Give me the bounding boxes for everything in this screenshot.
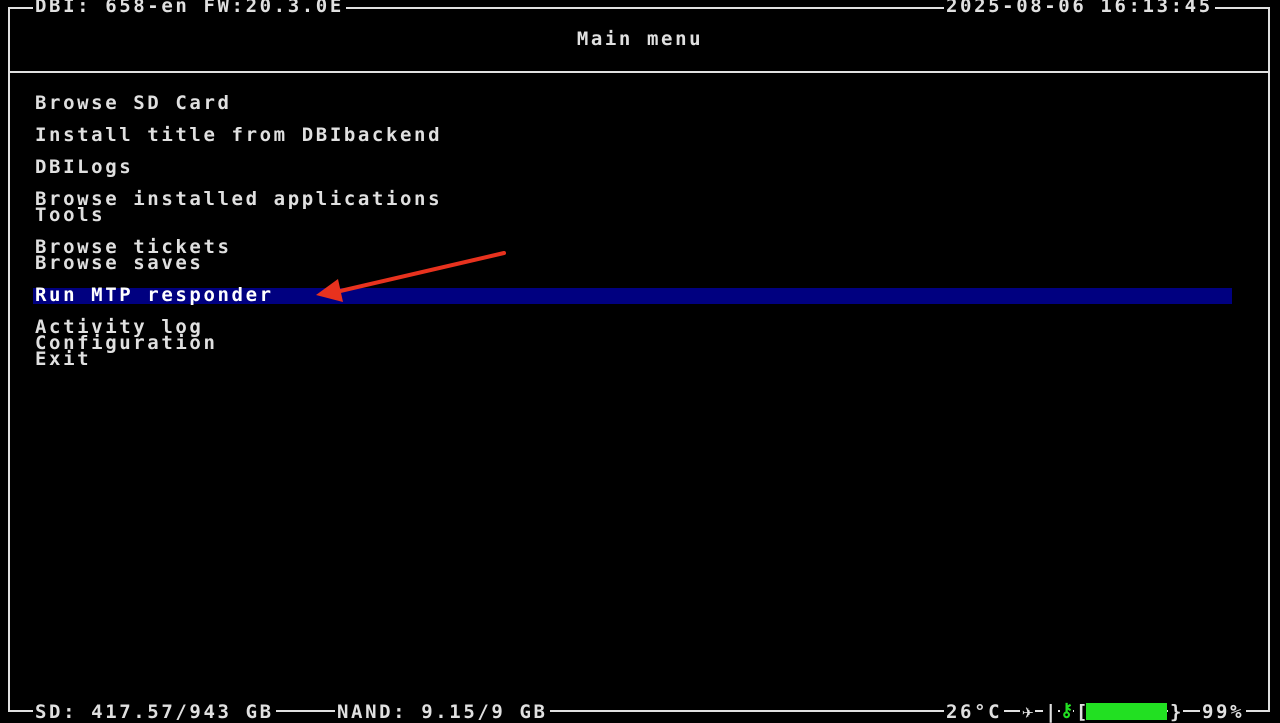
battery-bracket-close: } (1168, 701, 1184, 723)
menu-item-install-title[interactable]: Install title from DBIbackend (35, 126, 442, 145)
nand-usage: NAND: 9.15/9 GB (335, 701, 550, 723)
app-info: DBI: 658-en FW:20.3.0E (33, 0, 346, 16)
menu-item-tools[interactable]: Tools (35, 206, 105, 225)
sd-usage: SD: 417.57/943 GB (33, 701, 276, 723)
temperature: 26°C (944, 701, 1005, 723)
menu-item-browse-sd-card[interactable]: Browse SD Card (35, 94, 232, 113)
header-divider (8, 71, 1270, 73)
menu-item-dbilogs[interactable]: DBILogs (35, 158, 133, 177)
menu-item-exit[interactable]: Exit (35, 350, 91, 369)
battery-percent: 99% (1200, 701, 1247, 723)
datetime: 2025-08-06 16:13:45 (944, 0, 1215, 16)
battery-level-bar (1086, 703, 1167, 720)
menu-item-browse-saves[interactable]: Browse saves (35, 254, 203, 273)
page-title: Main menu (576, 28, 704, 50)
key-icon: ⚷ (1060, 700, 1074, 721)
menu-item-run-mtp-responder[interactable]: Run MTP responder (35, 286, 274, 305)
status-separator: | (1043, 701, 1059, 723)
airplane-icon: ✈ (1020, 701, 1036, 723)
